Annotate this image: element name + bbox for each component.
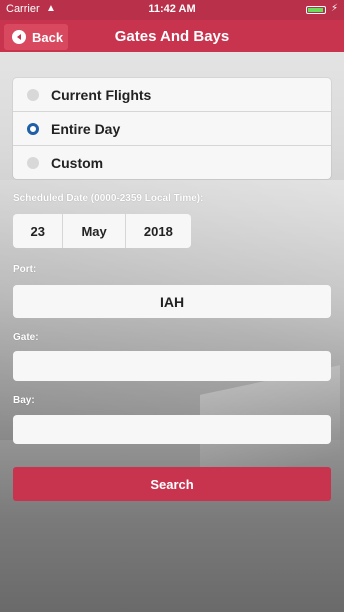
- charging-bolt-icon: ⚡: [330, 3, 338, 14]
- option-label: Custom: [51, 154, 104, 171]
- option-current-flights[interactable]: Current Flights: [13, 78, 331, 112]
- battery-icon: [306, 6, 326, 14]
- option-custom[interactable]: Custom: [13, 146, 331, 179]
- gate-label: Gate:: [13, 332, 39, 343]
- search-button[interactable]: Search: [13, 467, 331, 501]
- radio-icon: [27, 88, 39, 101]
- status-bar: Carrier ▲ 11:42 AM ⚡: [0, 0, 344, 20]
- page-title: Gates And Bays: [114, 28, 230, 45]
- radio-selected-icon: [27, 122, 39, 135]
- radio-icon: [27, 156, 39, 169]
- day-field[interactable]: 23: [13, 214, 64, 248]
- date-picker: 23 May 2018: [13, 214, 191, 248]
- port-field[interactable]: IAH: [13, 285, 331, 318]
- bay-label: Bay:: [13, 395, 35, 406]
- nav-bar: Back Gates And Bays: [0, 20, 344, 52]
- bay-input[interactable]: [13, 415, 331, 444]
- option-label: Entire Day: [51, 120, 121, 137]
- scheduled-date-label: Scheduled Date (0000-2359 Local Time):: [13, 193, 204, 204]
- option-label: Current Flights: [51, 86, 152, 103]
- option-entire-day[interactable]: Entire Day: [13, 112, 331, 146]
- year-field[interactable]: 2018: [126, 214, 191, 248]
- port-label: Port:: [13, 264, 37, 275]
- month-field[interactable]: May: [63, 214, 126, 248]
- flight-range-options: Current Flights Entire Day Custom: [13, 78, 331, 179]
- gate-input[interactable]: [13, 351, 331, 381]
- status-time: 11:42 AM: [148, 3, 196, 15]
